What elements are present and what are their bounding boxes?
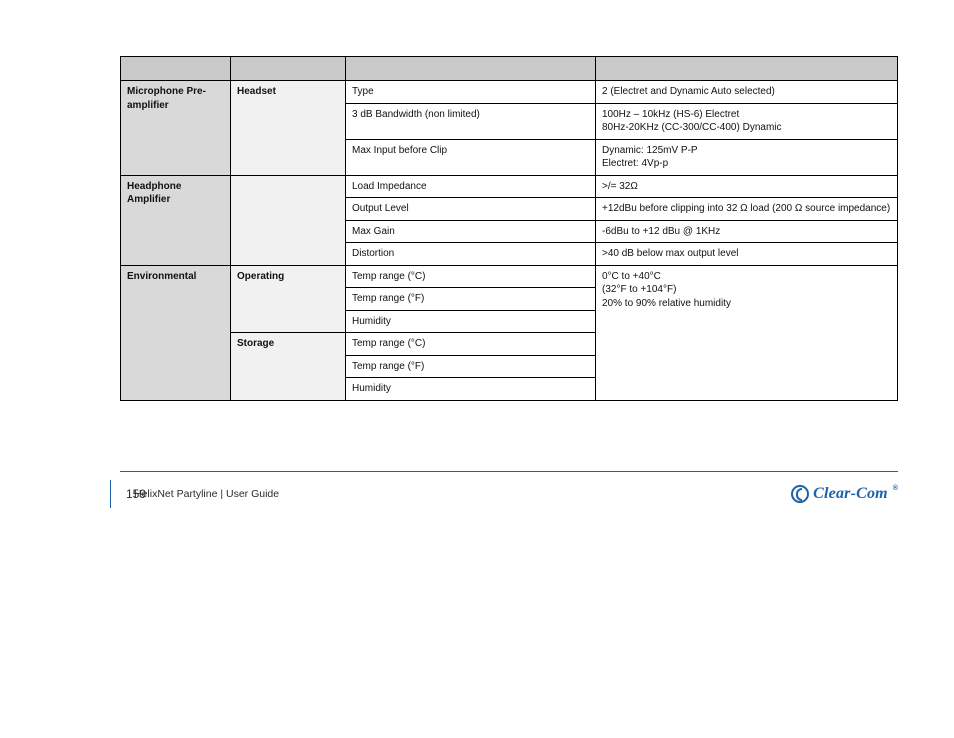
document-title: HelixNet Partyline | User Guide — [134, 488, 279, 500]
logo-trademark: ® — [893, 485, 898, 492]
spec-value: -6dBu to +12 dBu @ 1KHz — [596, 220, 898, 243]
category-cell: Headphone Amplifier — [121, 175, 231, 265]
spec-item: Temp range (°F) — [346, 288, 596, 311]
spec-item: Max Input before Clip — [346, 139, 596, 175]
col-header-2 — [231, 57, 346, 81]
col-header-3 — [346, 57, 596, 81]
spec-item: Max Gain — [346, 220, 596, 243]
spec-item: Temp range (°C) — [346, 265, 596, 288]
spec-value: 0°C to +40°C (32°F to +104°F) 20% to 90%… — [596, 265, 898, 400]
page-footer: 159 HelixNet Partyline | User Guide Clea… — [120, 480, 898, 508]
col-header-1 — [121, 57, 231, 81]
category-cell: Environmental — [121, 265, 231, 400]
table-header-row — [121, 57, 898, 81]
footer-vertical-bar — [110, 480, 111, 508]
table-row: Microphone Pre-amplifier Headset Type 2 … — [121, 81, 898, 104]
subcategory-cell — [231, 175, 346, 265]
spec-item: Distortion — [346, 243, 596, 266]
page-number: 159 — [120, 487, 152, 501]
spec-value: >40 dB below max output level — [596, 243, 898, 266]
subcategory-cell: Operating — [231, 265, 346, 333]
category-cell: Microphone Pre-amplifier — [121, 81, 231, 176]
spec-table: Microphone Pre-amplifier Headset Type 2 … — [120, 56, 898, 401]
spec-item: Humidity — [346, 310, 596, 333]
spec-value: Dynamic: 125mV P-P Electret: 4Vp-p — [596, 139, 898, 175]
footer-divider — [120, 471, 898, 472]
spec-item: Humidity — [346, 378, 596, 401]
subcategory-cell: Storage — [231, 333, 346, 401]
spec-item: Output Level — [346, 198, 596, 221]
spec-value: 100Hz – 10kHz (HS-6) Electret 80Hz-20KHz… — [596, 103, 898, 139]
table-row: Environmental Operating Temp range (°C) … — [121, 265, 898, 288]
subcategory-cell: Headset — [231, 81, 346, 176]
clear-com-logo: Clear-Com ® — [791, 485, 898, 503]
spec-item: 3 dB Bandwidth (non limited) — [346, 103, 596, 139]
spec-value: 2 (Electret and Dynamic Auto selected) — [596, 81, 898, 104]
col-header-4 — [596, 57, 898, 81]
spec-item: Temp range (°C) — [346, 333, 596, 356]
table-row: Headphone Amplifier Load Impedance >/= 3… — [121, 175, 898, 198]
spec-item: Load Impedance — [346, 175, 596, 198]
spec-value: >/= 32Ω — [596, 175, 898, 198]
logo-icon — [791, 485, 809, 503]
spec-item: Temp range (°F) — [346, 355, 596, 378]
logo-text: Clear-Com — [813, 485, 888, 503]
spec-item: Type — [346, 81, 596, 104]
spec-value: +12dBu before clipping into 32 Ω load (2… — [596, 198, 898, 221]
